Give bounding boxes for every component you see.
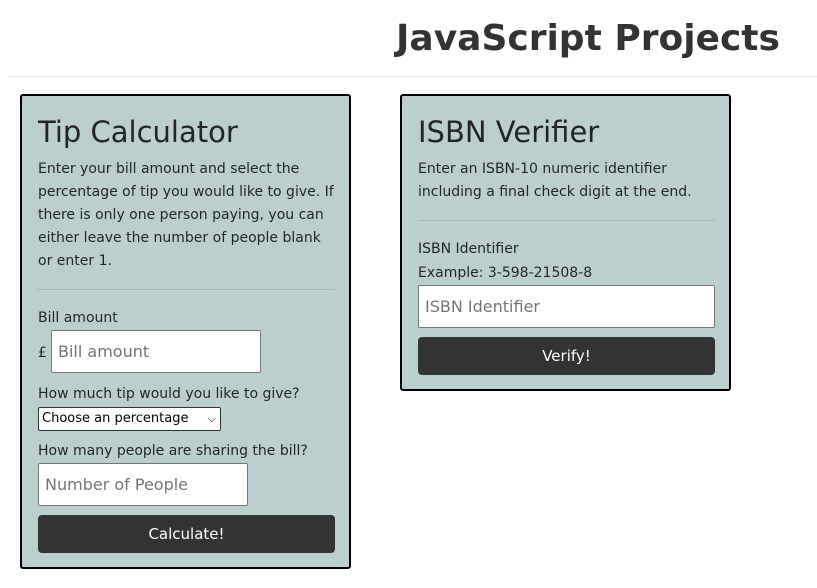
- calculate-button[interactable]: Calculate!: [38, 515, 335, 553]
- isbn-identifier-input[interactable]: [418, 285, 715, 328]
- tip-calculator-card: Tip Calculator Enter your bill amount an…: [20, 94, 351, 569]
- bill-amount-label: Bill amount: [38, 310, 118, 326]
- isbn-identifier-label: ISBN Identifier: [418, 241, 519, 257]
- page-title: JavaScript Projects: [396, 18, 780, 59]
- currency-symbol: £: [38, 345, 47, 361]
- header-divider: [9, 76, 817, 77]
- people-count-input[interactable]: [38, 463, 248, 506]
- tip-percentage-select[interactable]: Choose an percentage ⌵: [38, 407, 221, 431]
- isbn-verifier-divider: [418, 220, 715, 221]
- tip-calculator-description: Enter your bill amount and select the pe…: [38, 161, 334, 269]
- people-count-label: How many people are sharing the bill?: [38, 443, 308, 459]
- verify-button[interactable]: Verify!: [418, 337, 715, 375]
- isbn-verifier-card: ISBN Verifier Enter an ISBN-10 numeric i…: [400, 94, 731, 391]
- tip-calculator-divider: [38, 289, 335, 290]
- isbn-example-text: Example: 3-598-21508-8: [418, 265, 593, 281]
- chevron-down-icon: ⌵: [207, 412, 216, 425]
- isbn-verifier-title: ISBN Verifier: [418, 115, 600, 149]
- isbn-verifier-description: Enter an ISBN-10 numeric identifier incl…: [418, 161, 692, 200]
- tip-percentage-selected-value: Choose an percentage: [42, 411, 189, 426]
- bill-amount-input[interactable]: [51, 330, 261, 373]
- tip-calculator-title: Tip Calculator: [38, 115, 238, 149]
- tip-percentage-label: How much tip would you like to give?: [38, 386, 300, 402]
